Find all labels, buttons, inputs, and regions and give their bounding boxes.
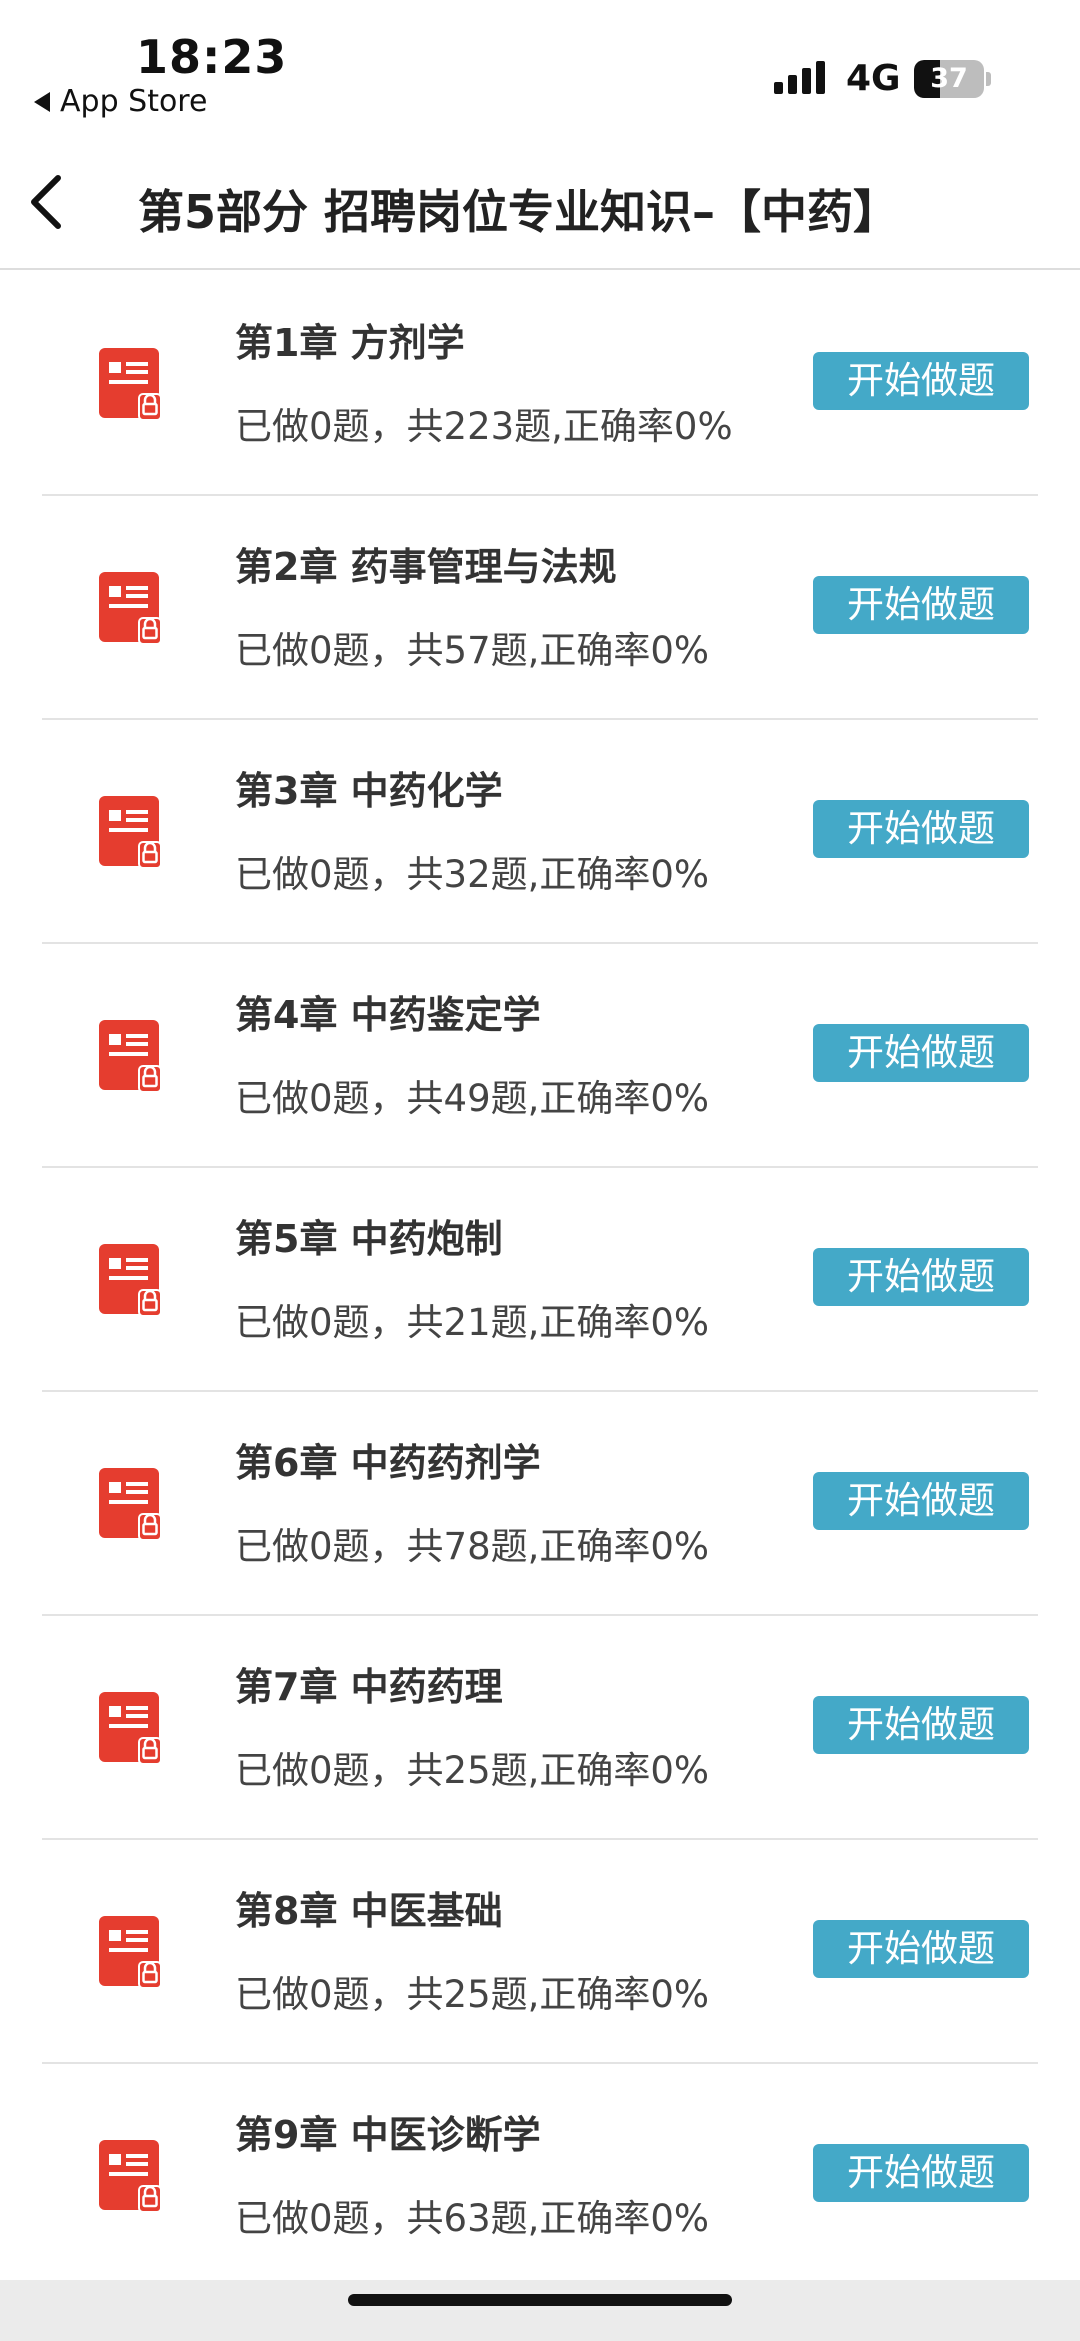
chapter-row: 第2章 药事管理与法规 已做0题，共57题,正确率0% 开始做题 <box>42 496 1038 720</box>
chapter-stats: 已做0题，共25题,正确率0% <box>235 1973 710 2016</box>
start-practice-button[interactable]: 开始做题 <box>813 1472 1029 1530</box>
chevron-left-icon <box>31 175 61 229</box>
chapter-stats: 已做0题，共223题,正确率0% <box>235 405 733 448</box>
battery-icon: 37 <box>914 60 984 98</box>
back-to-app-store-link[interactable]: App Store <box>34 84 207 119</box>
chapter-title: 第3章 中药化学 <box>235 769 503 813</box>
chapter-title: 第7章 中药药理 <box>235 1665 503 1709</box>
home-indicator[interactable] <box>348 2294 732 2306</box>
cellular-signal-icon <box>774 60 825 94</box>
chapter-row: 第6章 中药药剂学 已做0题，共78题,正确率0% 开始做题 <box>42 1392 1038 1616</box>
network-type: 4G <box>846 58 901 99</box>
chapter-title: 第8章 中医基础 <box>235 1889 503 1933</box>
chapter-row: 第3章 中药化学 已做0题，共32题,正确率0% 开始做题 <box>42 720 1038 944</box>
locked-document-icon <box>99 348 162 421</box>
chapter-row: 第7章 中药药理 已做0题，共25题,正确率0% 开始做题 <box>42 1616 1038 1840</box>
chapter-stats: 已做0题，共63题,正确率0% <box>235 2197 710 2240</box>
start-practice-button[interactable]: 开始做题 <box>813 576 1029 634</box>
chapter-title: 第5章 中药炮制 <box>235 1217 503 1261</box>
start-practice-button[interactable]: 开始做题 <box>813 1920 1029 1978</box>
chapter-stats: 已做0题，共21题,正确率0% <box>235 1301 710 1344</box>
locked-document-icon <box>99 1916 162 1989</box>
home-bar-area <box>0 2280 1080 2341</box>
chapter-title: 第2章 药事管理与法规 <box>235 545 617 589</box>
chapter-stats: 已做0题，共25题,正确率0% <box>235 1749 710 1792</box>
chapter-title: 第6章 中药药剂学 <box>235 1441 541 1485</box>
back-triangle-icon <box>34 91 50 112</box>
chapter-list: 第1章 方剂学 已做0题，共223题,正确率0% 开始做题 第2章 药事管理与法… <box>0 272 1080 2288</box>
status-bar: 18:23 App Store 4G 37 <box>0 0 1080 130</box>
chapter-stats: 已做0题，共57题,正确率0% <box>235 629 710 672</box>
locked-document-icon <box>99 796 162 869</box>
chapter-stats: 已做0题，共32题,正确率0% <box>235 853 710 896</box>
status-time: 18:23 <box>136 30 288 84</box>
start-practice-button[interactable]: 开始做题 <box>813 800 1029 858</box>
start-practice-button[interactable]: 开始做题 <box>813 1696 1029 1754</box>
locked-document-icon <box>99 1244 162 1317</box>
battery-percent: 37 <box>930 63 968 94</box>
locked-document-icon <box>99 1020 162 1093</box>
chapter-stats: 已做0题，共49题,正确率0% <box>235 1077 710 1120</box>
chapter-title: 第1章 方剂学 <box>235 321 465 365</box>
chapter-stats: 已做0题，共78题,正确率0% <box>235 1525 710 1568</box>
start-practice-button[interactable]: 开始做题 <box>813 2144 1029 2202</box>
chapter-row: 第4章 中药鉴定学 已做0题，共49题,正确率0% 开始做题 <box>42 944 1038 1168</box>
chapter-row: 第9章 中医诊断学 已做0题，共63题,正确率0% 开始做题 <box>42 2064 1038 2288</box>
nav-back-button[interactable] <box>24 174 68 230</box>
locked-document-icon <box>99 572 162 645</box>
start-practice-button[interactable]: 开始做题 <box>813 1024 1029 1082</box>
locked-document-icon <box>99 2140 162 2213</box>
nav-bar: 第5部分 招聘岗位专业知识–【中药】 <box>0 130 1080 270</box>
battery-tip <box>986 72 991 86</box>
start-practice-button[interactable]: 开始做题 <box>813 1248 1029 1306</box>
chapter-title: 第9章 中医诊断学 <box>235 2113 541 2157</box>
locked-document-icon <box>99 1468 162 1541</box>
page-title: 第5部分 招聘岗位专业知识–【中药】 <box>138 185 900 239</box>
chapter-row: 第1章 方剂学 已做0题，共223题,正确率0% 开始做题 <box>42 272 1038 496</box>
back-app-label: App Store <box>60 84 208 119</box>
start-practice-button[interactable]: 开始做题 <box>813 352 1029 410</box>
chapter-title: 第4章 中药鉴定学 <box>235 993 541 1037</box>
locked-document-icon <box>99 1692 162 1765</box>
chapter-row: 第8章 中医基础 已做0题，共25题,正确率0% 开始做题 <box>42 1840 1038 2064</box>
chapter-row: 第5章 中药炮制 已做0题，共21题,正确率0% 开始做题 <box>42 1168 1038 1392</box>
